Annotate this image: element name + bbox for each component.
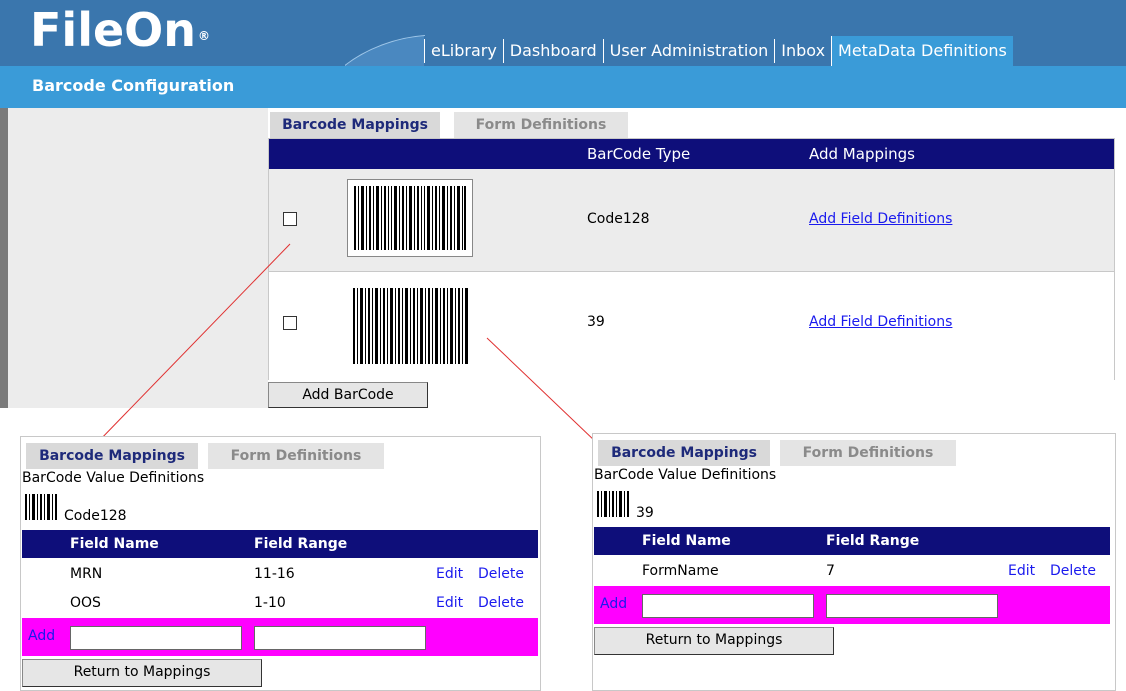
- value-definitions-heading: BarCode Value Definitions: [22, 470, 205, 486]
- barcode-mini-icon: [597, 491, 629, 517]
- delete-link[interactable]: Delete: [1050, 563, 1096, 579]
- field-name-input[interactable]: [70, 626, 242, 650]
- panel-top-border: [21, 436, 540, 437]
- barcode-type-label: 39: [636, 505, 654, 521]
- field-range: 11-16: [254, 566, 295, 582]
- tab-barcode-mappings[interactable]: Barcode Mappings: [598, 440, 770, 466]
- add-label: Add: [600, 596, 628, 612]
- barcode-mini-icon: [25, 494, 57, 520]
- field-table-header: Field Name Field Range: [22, 530, 538, 558]
- tab-form-definitions[interactable]: Form Definitions: [780, 440, 956, 466]
- column-field-name: Field Name: [70, 536, 159, 552]
- table-row: FormName 7 Edit Delete: [594, 560, 1110, 584]
- edit-link[interactable]: Edit: [1008, 563, 1035, 579]
- add-field-row: Add: [594, 586, 1110, 624]
- field-range: 7: [826, 563, 835, 579]
- column-field-range: Field Range: [254, 536, 348, 552]
- field-name-input[interactable]: [642, 594, 814, 618]
- delete-link[interactable]: Delete: [478, 566, 524, 582]
- return-to-mappings-button[interactable]: Return to Mappings: [22, 659, 262, 687]
- value-definitions-heading: BarCode Value Definitions: [594, 467, 777, 483]
- table-row: OOS 1-10 Edit Delete: [22, 592, 538, 616]
- field-table-header: Field Name Field Range: [594, 527, 1110, 555]
- barcode-type-label: Code128: [64, 508, 127, 524]
- field-range-input[interactable]: [254, 626, 426, 650]
- panel-top-border: [593, 433, 1115, 434]
- field-name: OOS: [70, 595, 101, 611]
- add-field-row: Add: [22, 618, 538, 656]
- tab-form-definitions[interactable]: Form Definitions: [208, 443, 384, 469]
- column-field-name: Field Name: [642, 533, 731, 549]
- table-row: MRN 11-16 Edit Delete: [22, 563, 538, 587]
- edit-link[interactable]: Edit: [436, 566, 463, 582]
- tab-barcode-mappings[interactable]: Barcode Mappings: [26, 443, 198, 469]
- column-field-range: Field Range: [826, 533, 920, 549]
- delete-link[interactable]: Delete: [478, 595, 524, 611]
- field-range-input[interactable]: [826, 594, 998, 618]
- field-range: 1-10: [254, 595, 286, 611]
- add-label: Add: [28, 628, 56, 644]
- edit-link[interactable]: Edit: [436, 595, 463, 611]
- field-name: FormName: [642, 563, 719, 579]
- field-name: MRN: [70, 566, 103, 582]
- return-to-mappings-button[interactable]: Return to Mappings: [594, 627, 834, 655]
